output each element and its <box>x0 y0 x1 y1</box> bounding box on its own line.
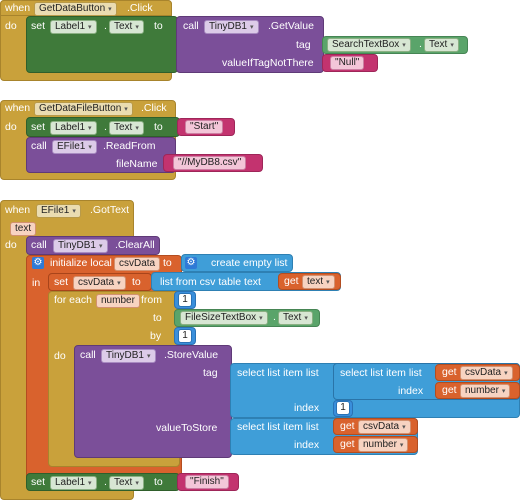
initialize-local-keyword: initialize local <box>50 257 112 269</box>
do-keyword: do <box>54 350 66 362</box>
select-list-item-label: select list item list <box>340 367 422 379</box>
get-keyword: get <box>442 384 457 396</box>
method-name: .StoreValue <box>164 349 219 361</box>
event-component-dropdown[interactable]: GetDataButton ▾ <box>34 2 117 16</box>
do-keyword: do <box>5 239 17 251</box>
create-empty-list-label: create empty list <box>211 257 288 269</box>
finish-string-value[interactable]: "Finish" <box>185 475 229 489</box>
tinydb-dropdown[interactable]: TinyDB1 ▾ <box>53 239 108 253</box>
gear-icon[interactable]: ⚙ <box>32 257 44 269</box>
variable-dropdown[interactable]: text ▾ <box>302 275 335 289</box>
to-keyword: to <box>154 476 163 488</box>
get-keyword: get <box>284 275 299 287</box>
method-name: .ReadFrom <box>103 140 156 152</box>
component-dropdown[interactable]: Label1 ▾ <box>50 20 97 34</box>
to-keyword: to <box>154 20 163 32</box>
null-string-value[interactable]: "Null" <box>330 56 365 70</box>
index-label: index <box>294 402 320 414</box>
from-number-value[interactable]: 1 <box>178 293 192 307</box>
when-keyword: when <box>5 2 31 14</box>
set-keyword: set <box>31 121 46 133</box>
efile-dropdown[interactable]: EFile1 ▾ <box>52 140 97 154</box>
event-name: .Click <box>127 2 153 14</box>
variable-dropdown[interactable]: csvData ▾ <box>358 420 411 434</box>
get-keyword: get <box>340 438 355 450</box>
index-label: index <box>398 385 424 397</box>
list-from-csv-label: list from csv table text <box>160 276 261 288</box>
filename-label: fileName <box>116 158 158 170</box>
set-keyword: set <box>54 276 69 288</box>
from-keyword: from <box>141 294 162 306</box>
text-prop-dropdown[interactable]: Text ▾ <box>424 38 459 52</box>
do-keyword: do <box>5 121 17 133</box>
value-to-store-label: valueToStore <box>156 422 218 434</box>
searchtextbox-dropdown[interactable]: SearchTextBox ▾ <box>327 38 411 52</box>
tinydb-dropdown[interactable]: TinyDB1 ▾ <box>101 349 156 363</box>
variable-dropdown[interactable]: number ▾ <box>460 384 511 398</box>
call-keyword: call <box>80 349 96 361</box>
for-each-keyword: for each <box>54 294 92 306</box>
when-keyword: when <box>5 204 31 216</box>
filesizetextbox-dropdown[interactable]: FileSizeTextBox ▾ <box>180 311 268 325</box>
select-list-item-label: select list item list <box>237 367 319 379</box>
tag-label: tag <box>296 39 311 51</box>
event-name: .Click <box>141 102 167 114</box>
select-list-item-label: select list item list <box>237 421 319 433</box>
local-variable-name[interactable]: csvData <box>114 257 161 271</box>
get-keyword: get <box>340 420 355 432</box>
to-keyword: to <box>132 276 141 288</box>
variable-dropdown[interactable]: csvData ▾ <box>460 366 513 380</box>
event-component-dropdown[interactable]: EFile1 ▾ <box>36 204 81 218</box>
property-dropdown[interactable]: Text ▾ <box>109 121 144 135</box>
value-if-tag-not-there-label: valueIfTagNotThere <box>222 57 314 69</box>
method-name: .ClearAll <box>115 239 155 251</box>
tag-label: tag <box>203 367 218 379</box>
gear-icon[interactable]: ⚙ <box>185 257 197 269</box>
event-parameter-text[interactable]: text <box>10 222 37 236</box>
in-keyword: in <box>32 277 41 289</box>
variable-dropdown[interactable]: number ▾ <box>358 438 409 452</box>
text-prop-dropdown[interactable]: Text ▾ <box>278 311 313 325</box>
set-keyword: set <box>31 20 46 32</box>
event-name: .GotText <box>90 204 130 216</box>
by-keyword: by <box>150 330 162 342</box>
do-keyword: do <box>5 20 17 32</box>
index-label: index <box>294 439 320 451</box>
get-keyword: get <box>442 366 457 378</box>
variable-dropdown[interactable]: csvData ▾ <box>73 276 126 290</box>
to-keyword: to <box>154 121 163 133</box>
to-keyword: to <box>153 312 162 324</box>
loop-variable-name[interactable]: number <box>96 294 140 308</box>
by-number-value[interactable]: 1 <box>178 329 192 343</box>
when-keyword: when <box>5 102 31 114</box>
tinydb-dropdown[interactable]: TinyDB1 ▾ <box>204 20 259 34</box>
component-dropdown[interactable]: Label1 ▾ <box>50 476 97 490</box>
event-component-dropdown[interactable]: GetDataFileButton ▾ <box>34 102 133 116</box>
set-keyword: set <box>31 476 46 488</box>
start-string-value[interactable]: "Start" <box>185 120 224 134</box>
component-dropdown[interactable]: Label1 ▾ <box>50 121 97 135</box>
call-keyword: call <box>183 20 199 32</box>
property-dropdown[interactable]: Text ▾ <box>109 476 144 490</box>
to-keyword: to <box>163 257 172 269</box>
call-keyword: call <box>31 140 47 152</box>
filename-string-value[interactable]: "//MyDB8.csv" <box>173 156 247 170</box>
index-number-value[interactable]: 1 <box>336 401 350 415</box>
method-name: .GetValue <box>268 20 314 32</box>
property-dropdown[interactable]: Text ▾ <box>109 20 144 34</box>
call-keyword: call <box>31 239 47 251</box>
